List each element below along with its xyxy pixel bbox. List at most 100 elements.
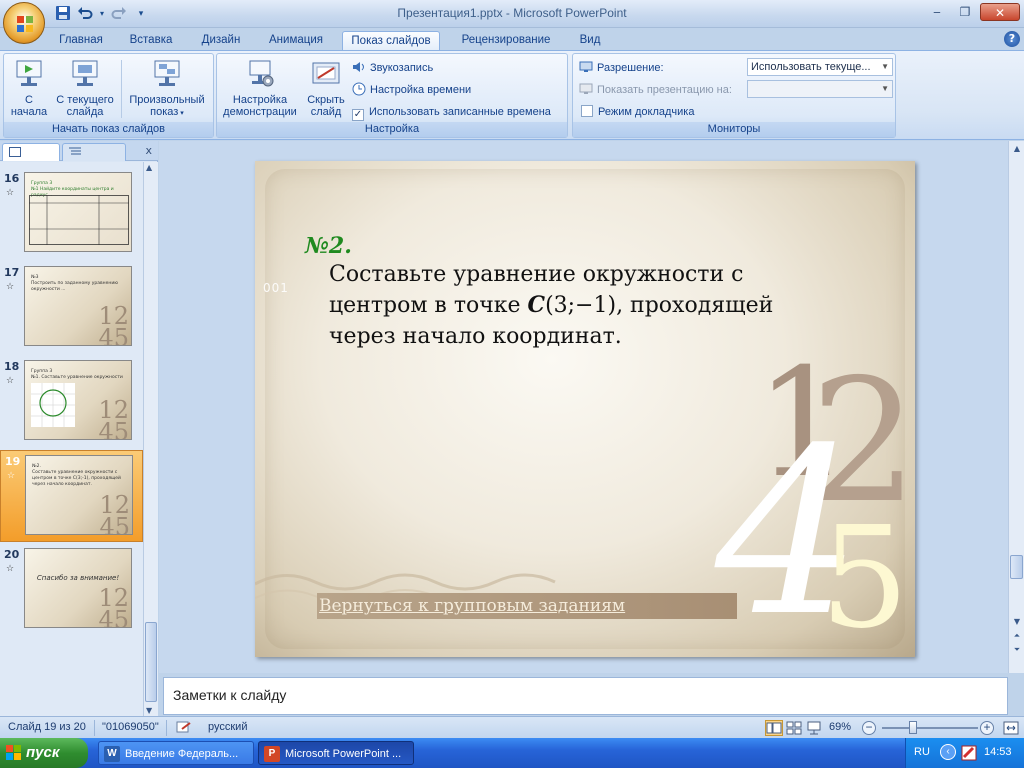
restore-button[interactable]: ❐ (952, 3, 978, 21)
zoom-slider-thumb[interactable] (909, 721, 918, 734)
word-icon: W (104, 746, 120, 762)
slide-corner-code: 001 (263, 281, 289, 295)
thumbnail-deco: 12 45 (98, 302, 129, 346)
window-title: Презентация1.pptx - Microsoft PowerPoint (397, 6, 627, 20)
record-narration-button[interactable]: Звукозапись (352, 59, 433, 77)
taskbar-item-powerpoint[interactable]: P Microsoft PowerPoint ... (258, 741, 414, 765)
tab-review[interactable]: Рецензирование (450, 31, 562, 50)
scroll-down-icon[interactable]: ▼ (1010, 615, 1024, 629)
thumbnail-scrollbar[interactable]: ▲ ▼ (143, 162, 158, 716)
start-button[interactable]: пуск (0, 738, 88, 768)
hide-slide-button[interactable]: Скрыть слайд (301, 58, 351, 118)
hide-slide-label: Скрыть слайд (307, 94, 345, 118)
task-text-line-2: центром в точке C(3;−1), проходящей (329, 290, 809, 321)
notes-pane[interactable]: Заметки к слайду (163, 677, 1008, 715)
tab-slides[interactable] (2, 143, 60, 161)
next-slide-icon[interactable]: ⏷ (1010, 643, 1024, 657)
tab-insert[interactable]: Вставка (122, 31, 180, 50)
slides-panel: x 16 ☆ Группа 3 №1 Найдите координаты це… (0, 141, 158, 716)
zoom-slider[interactable] (882, 727, 978, 729)
tab-view[interactable]: Вид (572, 31, 608, 50)
presenter-view-check-icon[interactable] (581, 105, 593, 117)
task-text-line-2a: центром в точке (329, 293, 528, 318)
current-slide[interactable]: 1 2 4 5 001 №2. Составьте уравнение окру… (255, 161, 915, 657)
normal-view-button[interactable] (765, 720, 783, 736)
tab-slideshow[interactable]: Показ слайдов (342, 31, 440, 50)
from-start-button[interactable]: С начала (7, 58, 51, 118)
slide-counter: Слайд 19 из 20 (8, 721, 86, 733)
window-controls: ‒ ❐ ✕ (924, 3, 1020, 21)
language-indicator[interactable]: русский (208, 721, 247, 733)
thumbnail-slide-16[interactable]: 16 ☆ Группа 3 №1 Найдите координаты цент… (0, 168, 143, 260)
tab-design[interactable]: Дизайн (192, 31, 250, 50)
scroll-down-icon[interactable]: ▼ (146, 706, 152, 715)
presenter-view-checkbox[interactable]: Режим докладчика (581, 103, 694, 121)
thumbnail-table-icon (29, 195, 129, 245)
use-timings-checkbox[interactable]: ✓ Использовать записанные времена (352, 103, 551, 121)
close-panel-icon[interactable]: x (145, 144, 152, 157)
from-current-button[interactable]: С текущего слайда (52, 58, 118, 118)
antivirus-icon[interactable] (961, 745, 977, 761)
thumbnail-slide-19[interactable]: 19 ☆ №2. Составьте уравнение окружности … (0, 450, 143, 542)
animation-star-icon: ☆ (6, 188, 15, 198)
group-monitors-label: Мониторы (573, 122, 895, 137)
status-bar: Слайд 19 из 20 "01069050" русский 69% − … (0, 716, 1024, 738)
help-icon[interactable]: ? (1004, 31, 1020, 47)
clock: 14:53 (984, 746, 1012, 758)
presenter-view-label: Режим докладчика (598, 106, 695, 118)
thumbnail-slide-20[interactable]: 20 ☆ Спасибо за внимание! 12 45 (0, 544, 143, 636)
spellcheck-icon[interactable] (176, 721, 192, 735)
rehearse-timings-button[interactable]: Настройка времени (352, 81, 471, 99)
animation-star-icon: ☆ (6, 376, 15, 386)
animation-star-icon: ☆ (6, 282, 15, 292)
zoom-out-icon[interactable]: − (862, 721, 876, 735)
ribbon: С начала С текущего слайда Произвольный … (0, 50, 1024, 140)
previous-slide-icon[interactable]: ⏶ (1010, 629, 1024, 643)
scroll-thumb[interactable] (1010, 555, 1023, 579)
minimize-button[interactable]: ‒ (924, 3, 950, 21)
slides-tab-icon (9, 147, 21, 157)
thumbnail-number: 19 (5, 455, 21, 468)
tab-animation[interactable]: Анимация (260, 31, 332, 50)
theme-name[interactable]: "01069050" (102, 721, 159, 733)
fit-to-window-icon[interactable] (1003, 721, 1019, 735)
task-number: №2. (305, 233, 352, 259)
normal-view-icon (766, 722, 782, 734)
windows-flag-icon (6, 745, 21, 760)
zoom-in-icon[interactable]: + (980, 721, 994, 735)
system-tray: RU ‹ 14:53 (905, 738, 1024, 768)
scroll-up-icon[interactable]: ▲ (146, 163, 152, 172)
thumbnail-number: 16 (4, 172, 20, 185)
taskbar-item-label: Введение Федераль... (125, 748, 239, 760)
slide-scrollbar[interactable]: ▲ ▼ ⏶ ⏷ (1008, 141, 1024, 673)
use-timings-check-icon[interactable]: ✓ (352, 109, 364, 121)
slide-sorter-button[interactable] (785, 720, 803, 736)
scroll-up-icon[interactable]: ▲ (1010, 142, 1024, 156)
close-button[interactable]: ✕ (980, 3, 1020, 21)
thumbnail-number: 18 (4, 360, 20, 373)
thumbnail-text: Спасибо за внимание! (36, 574, 120, 582)
back-to-group-tasks-link[interactable]: Вернуться к групповым заданиям (317, 593, 737, 619)
input-language-indicator[interactable]: RU (914, 746, 930, 758)
tab-outline[interactable] (62, 143, 126, 161)
ribbon-tabs: Главная Вставка Дизайн Анимация Показ сл… (0, 28, 1024, 50)
resolution-dropdown[interactable]: Использовать текуще... ▼ (747, 58, 893, 76)
setup-show-button[interactable]: Настройка демонстрации (221, 58, 299, 118)
from-current-label: С текущего слайда (56, 94, 114, 118)
tab-home[interactable]: Главная (52, 31, 110, 50)
windows-taskbar: пуск W Введение Федераль... P Microsoft … (0, 738, 1024, 768)
custom-show-icon (151, 58, 183, 90)
taskbar-item-label: Microsoft PowerPoint ... (285, 748, 402, 760)
chevron-down-icon: ▼ (881, 84, 889, 93)
office-button[interactable] (3, 2, 45, 44)
thumbnail-slide-17[interactable]: 17 ☆ №3 Построить по заданному уравнению… (0, 262, 143, 354)
custom-show-button[interactable]: Произвольный показ ▾ (124, 58, 210, 120)
taskbar-item-word-doc[interactable]: W Введение Федераль... (98, 741, 254, 765)
slideshow-view-button[interactable] (805, 720, 823, 736)
scroll-thumb[interactable] (145, 622, 157, 702)
resolution-row: Разрешение: (579, 59, 664, 77)
zoom-level[interactable]: 69% (829, 721, 851, 733)
thumbnail-slide-18[interactable]: 18 ☆ Группа 3 №1. Составьте уравнение ок… (0, 356, 143, 448)
tray-back-icon[interactable]: ‹ (940, 744, 956, 760)
setup-show-label: Настройка демонстрации (223, 94, 297, 118)
